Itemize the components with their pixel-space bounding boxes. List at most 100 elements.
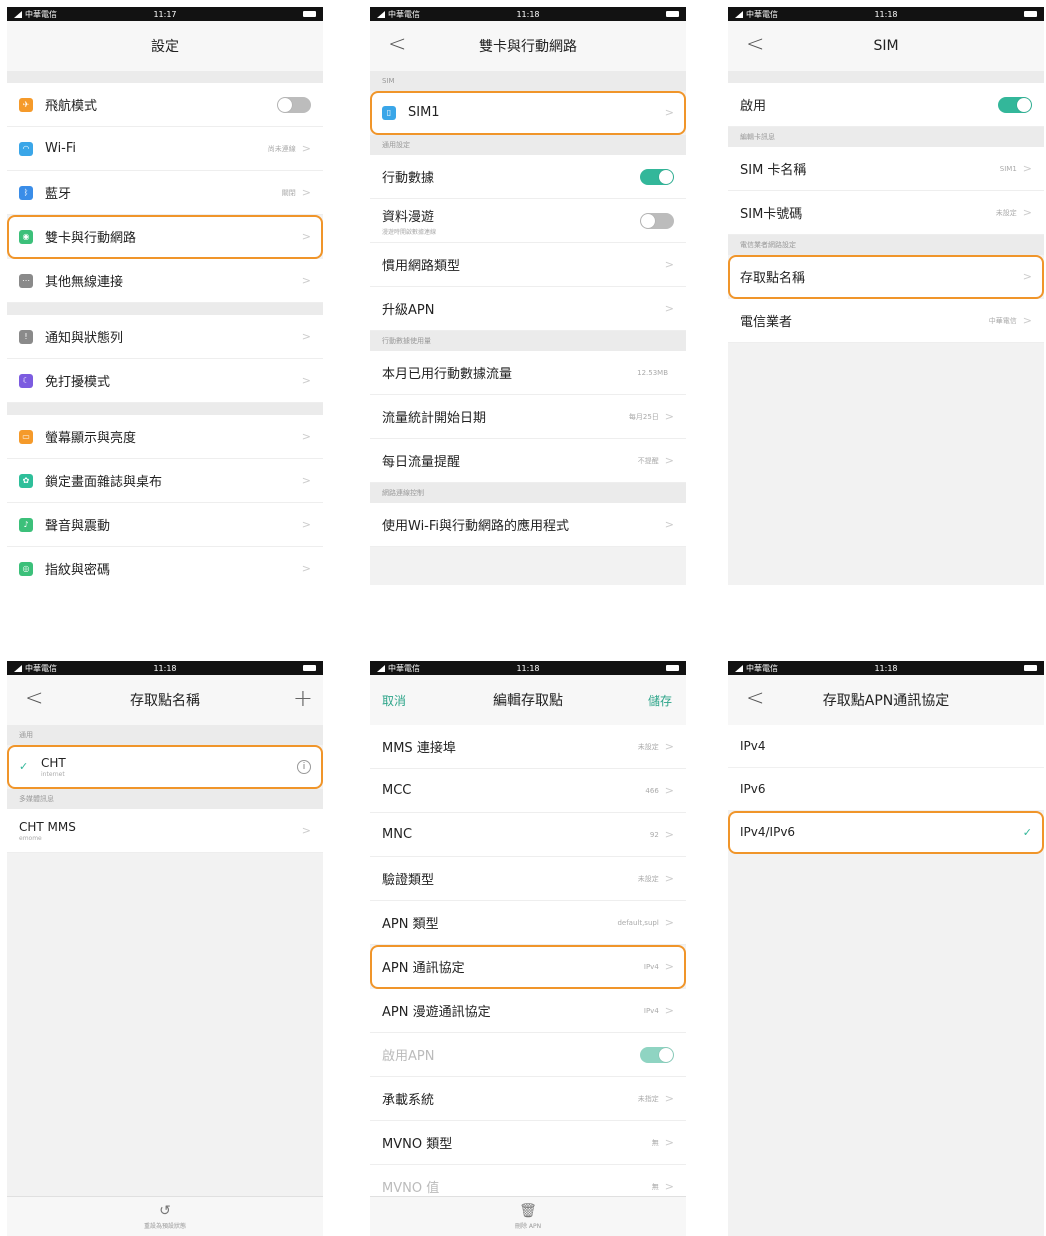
roaming-item[interactable]: 資料漫遊 漫遊時開啟數據連線 bbox=[370, 199, 686, 243]
roaming-toggle[interactable] bbox=[640, 212, 674, 229]
signal-icon bbox=[735, 10, 743, 18]
page-title: 雙卡與行動網路 bbox=[479, 39, 577, 55]
chevron-right-icon: > bbox=[664, 518, 674, 531]
apps-network-item[interactable]: 使用Wi-Fi與行動網路的應用程式 > bbox=[370, 503, 686, 547]
settings-item-fingerprint[interactable]: ◎ 指紋與密碼 > bbox=[7, 547, 323, 585]
dual-sim-screen: 中華電信 11:18 < 雙卡與行動網路 SIM ▯ SIM1 > 通用設定 行… bbox=[370, 7, 686, 585]
apn-list-screen: 中華電信 11:18 < 存取點名稱 + 通用 ✓ CHT internet i … bbox=[7, 661, 323, 1236]
battery-icon bbox=[303, 11, 316, 17]
apn-type-item[interactable]: APN 類型 default,supl > bbox=[370, 901, 686, 945]
status-bar: 中華電信 11:18 bbox=[7, 661, 323, 675]
clock: 11:18 bbox=[153, 663, 177, 673]
delete-apn-button[interactable]: 🗑 刪除 APN bbox=[370, 1196, 686, 1236]
back-icon[interactable]: < bbox=[746, 34, 764, 56]
daily-alert-item[interactable]: 每日流量提醒 不提醒 > bbox=[370, 439, 686, 483]
sound-icon: ♪ bbox=[19, 517, 33, 532]
signal-icon bbox=[377, 10, 385, 18]
chevron-right-icon: > bbox=[664, 1092, 674, 1105]
battery-icon bbox=[303, 665, 316, 671]
title-bar: 取消 編輯存取點 儲存 bbox=[370, 675, 686, 725]
settings-item-sound[interactable]: ♪ 聲音與震動 > bbox=[7, 503, 323, 547]
monthly-usage-item[interactable]: 本月已用行動數據流量 12.53MB bbox=[370, 351, 686, 395]
back-icon[interactable]: < bbox=[388, 34, 406, 56]
chevron-right-icon: > bbox=[301, 230, 311, 243]
apn-item[interactable]: 存取點名稱 > bbox=[728, 255, 1044, 299]
chevron-right-icon: > bbox=[1022, 270, 1032, 283]
chevron-right-icon: > bbox=[664, 784, 674, 797]
chevron-right-icon: > bbox=[664, 1004, 674, 1017]
clock: 11:18 bbox=[874, 663, 898, 673]
settings-item-dual-sim[interactable]: ◉ 雙卡與行動網路 > bbox=[7, 215, 323, 259]
stat-start-item[interactable]: 流量統計開始日期 每月25日 > bbox=[370, 395, 686, 439]
section-label: 多媒體訊息 bbox=[7, 789, 323, 809]
mcc-item[interactable]: MCC 466 > bbox=[370, 769, 686, 813]
page-title: 編輯存取點 bbox=[493, 693, 563, 709]
sim1-item[interactable]: ▯ SIM1 > bbox=[370, 91, 686, 135]
page-title: SIM bbox=[873, 38, 899, 54]
apn-protocol-item[interactable]: APN 通訊協定 IPv4 > bbox=[370, 945, 686, 989]
mnc-item[interactable]: MNC 92 > bbox=[370, 813, 686, 857]
mms-port-item[interactable]: MMS 連接埠 未設定 > bbox=[370, 725, 686, 769]
bearer-item[interactable]: 承載系統 未指定 > bbox=[370, 1077, 686, 1121]
carrier-name: 中華電信 bbox=[25, 9, 57, 19]
sim-enable-toggle[interactable] bbox=[998, 96, 1032, 113]
sim-name-item[interactable]: SIM 卡名稱 SIM1 > bbox=[728, 147, 1044, 191]
settings-item-other-wireless[interactable]: ⋯ 其他無線連接 > bbox=[7, 259, 323, 303]
protocol-option-ipv4[interactable]: IPv4 bbox=[728, 725, 1044, 768]
status-bar: 中華電信 11:18 bbox=[728, 7, 1044, 21]
apn-item-cht-mms[interactable]: CHT MMS emome > bbox=[7, 809, 323, 853]
apn-roaming-protocol-item[interactable]: APN 漫遊通訊協定 IPv4 > bbox=[370, 989, 686, 1033]
add-apn-icon[interactable]: + bbox=[293, 686, 313, 710]
settings-item-bluetooth[interactable]: ᛒ 藍牙 關閉 > bbox=[7, 171, 323, 215]
display-icon: ▭ bbox=[19, 429, 33, 444]
settings-item-display[interactable]: ▭ 螢幕顯示與亮度 > bbox=[7, 415, 323, 459]
chevron-right-icon: > bbox=[301, 562, 311, 575]
bluetooth-icon: ᛒ bbox=[19, 185, 33, 200]
settings-item-wifi[interactable]: ◠ Wi-Fi 尚未連線 > bbox=[7, 127, 323, 171]
chevron-right-icon: > bbox=[664, 106, 674, 119]
protocol-option-ipv4-ipv6[interactable]: IPv4/IPv6 ✓ bbox=[728, 811, 1044, 854]
checkmark-icon: ✓ bbox=[1022, 825, 1032, 839]
info-icon[interactable]: i bbox=[297, 759, 311, 774]
signal-icon bbox=[14, 664, 22, 672]
airplane-toggle[interactable] bbox=[277, 96, 311, 113]
mobile-data-toggle[interactable] bbox=[640, 168, 674, 185]
clock: 11:18 bbox=[516, 9, 540, 19]
upgrade-apn-item[interactable]: 升級APN > bbox=[370, 287, 686, 331]
signal-icon bbox=[735, 664, 743, 672]
back-icon[interactable]: < bbox=[746, 688, 764, 710]
carrier-name: 中華電信 bbox=[746, 9, 778, 19]
carrier-item[interactable]: 電信業者 中華電信 > bbox=[728, 299, 1044, 343]
moon-icon: ☾ bbox=[19, 373, 33, 388]
title-bar: < SIM bbox=[728, 21, 1044, 71]
protocol-option-ipv6[interactable]: IPv6 bbox=[728, 768, 1044, 811]
reset-default-button[interactable]: ↺ 重設為預設狀態 bbox=[7, 1196, 323, 1236]
back-icon[interactable]: < bbox=[25, 688, 43, 710]
clock: 11:18 bbox=[874, 9, 898, 19]
mobile-data-item[interactable]: 行動數據 bbox=[370, 155, 686, 199]
preferred-network-item[interactable]: 慣用網路類型 > bbox=[370, 243, 686, 287]
settings-item-wallpaper[interactable]: ✿ 鎖定畫面雜誌與桌布 > bbox=[7, 459, 323, 503]
save-button[interactable]: 儲存 bbox=[648, 692, 672, 709]
chevron-right-icon: > bbox=[301, 518, 311, 531]
sim-enable-item[interactable]: 啟用 bbox=[728, 83, 1044, 127]
settings-item-airplane[interactable]: ✈ 飛航模式 bbox=[7, 83, 323, 127]
chevron-right-icon: > bbox=[1022, 206, 1032, 219]
auth-type-item[interactable]: 驗證類型 未設定 > bbox=[370, 857, 686, 901]
mvno-type-item[interactable]: MVNO 類型 無 > bbox=[370, 1121, 686, 1165]
settings-item-dnd[interactable]: ☾ 免打擾模式 > bbox=[7, 359, 323, 403]
cancel-button[interactable]: 取消 bbox=[382, 692, 406, 709]
chevron-right-icon: > bbox=[664, 960, 674, 973]
page-title: 設定 bbox=[151, 39, 179, 55]
apn-item-cht[interactable]: ✓ CHT internet i bbox=[7, 745, 323, 789]
section-label: 行動數據使用量 bbox=[370, 331, 686, 351]
status-bar: 中華電信 11:18 bbox=[728, 661, 1044, 675]
chevron-right-icon: > bbox=[664, 872, 674, 885]
page-title: 存取點名稱 bbox=[130, 693, 200, 709]
fingerprint-icon: ◎ bbox=[19, 561, 33, 576]
sim-number-item[interactable]: SIM卡號碼 未設定 > bbox=[728, 191, 1044, 235]
chevron-right-icon: > bbox=[301, 430, 311, 443]
status-bar: 中華電信 11:17 bbox=[7, 7, 323, 21]
settings-item-notification[interactable]: ! 通知與狀態列 > bbox=[7, 315, 323, 359]
status-bar: 中華電信 11:18 bbox=[370, 661, 686, 675]
